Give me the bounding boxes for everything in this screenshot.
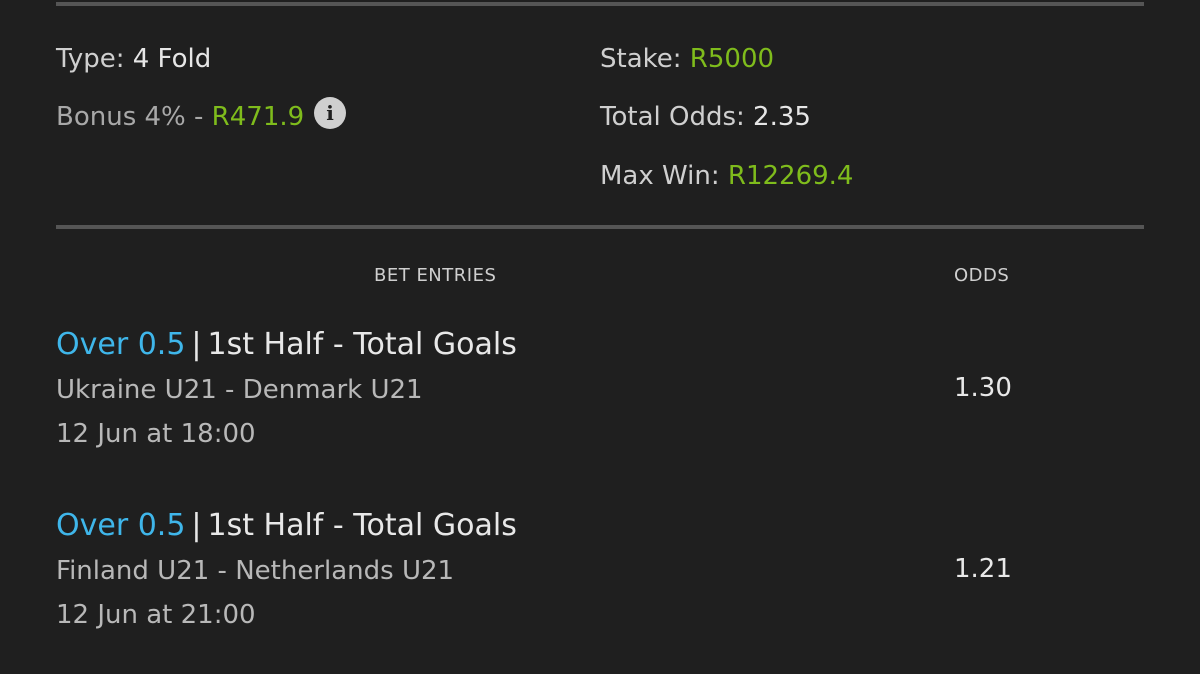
entry-market: 1st Half - Total Goals [207, 508, 517, 543]
top-divider [56, 2, 1144, 6]
entry-market-line: Over 0.5 | 1st Half - Total Goals [56, 326, 517, 364]
max-win: Max Win: R12269.4 [600, 160, 853, 192]
stake: Stake: R5000 [600, 43, 774, 75]
entry-separator: | [191, 327, 202, 362]
entry-match: Finland U21 - Netherlands U21 [56, 556, 455, 586]
entry-market: 1st Half - Total Goals [207, 327, 517, 362]
total-odds-label: Total Odds: [600, 102, 745, 132]
total-odds-value: 2.35 [753, 102, 811, 132]
info-icon[interactable]: i [314, 97, 346, 129]
entry-separator: | [191, 508, 202, 543]
entry-selection: Over 0.5 [56, 327, 186, 362]
bet-type-value: 4 Fold [132, 44, 212, 74]
bonus-label: Bonus 4% - [56, 102, 204, 132]
total-odds: Total Odds: 2.35 [600, 101, 811, 133]
stake-value: R5000 [689, 44, 775, 74]
max-win-label: Max Win: [600, 161, 720, 191]
bonus: Bonus 4% - R471.9 [56, 101, 304, 133]
entry-match: Ukraine U21 - Denmark U21 [56, 375, 423, 405]
bonus-value: R471.9 [211, 102, 305, 132]
max-win-value: R12269.4 [727, 161, 854, 191]
bet-entry: Over 0.5 | 1st Half - Total Goals Finland … [56, 507, 1144, 637]
bet-entry: Over 0.5 | 1st Half - Total Goals Ukraine … [56, 326, 1144, 456]
stake-label: Stake: [600, 44, 682, 74]
entry-selection: Over 0.5 [56, 508, 186, 543]
entry-time: 12 Jun at 21:00 [56, 600, 256, 630]
bet-type-label: Type: [56, 44, 125, 74]
bet-entries-header: BET ENTRIES [374, 265, 497, 286]
entry-odds: 1.30 [954, 373, 1012, 403]
odds-header: ODDS [954, 265, 1010, 286]
entry-time: 12 Jun at 18:00 [56, 419, 256, 449]
entry-market-line: Over 0.5 | 1st Half - Total Goals [56, 507, 517, 545]
bet-type: Type: 4 Fold [56, 43, 211, 75]
entry-odds: 1.21 [954, 554, 1012, 584]
section-divider [56, 225, 1144, 229]
